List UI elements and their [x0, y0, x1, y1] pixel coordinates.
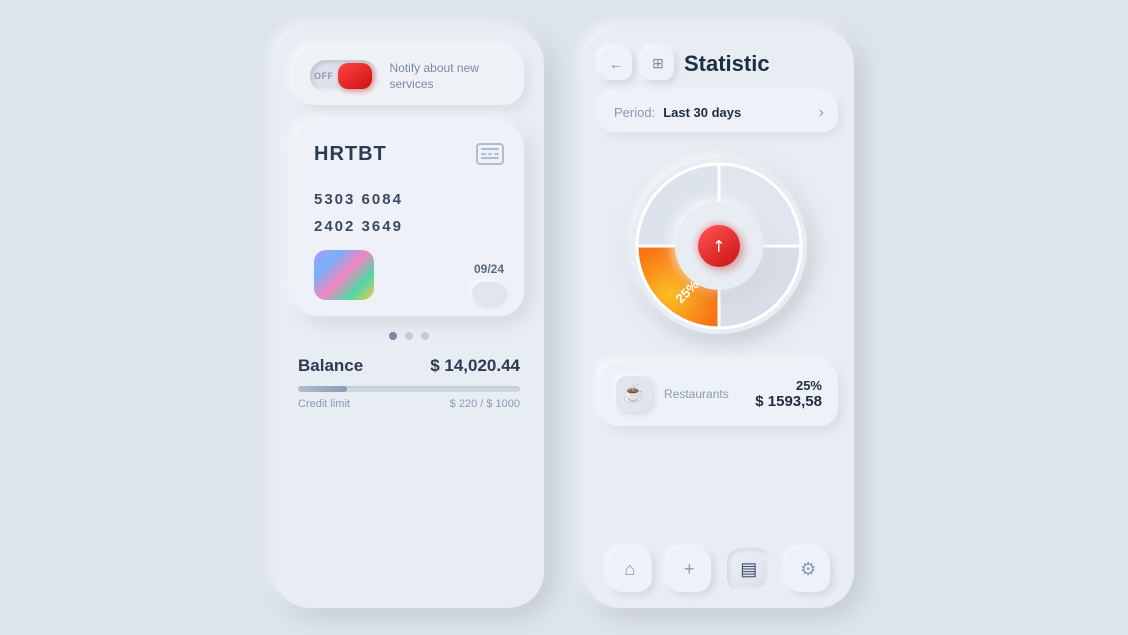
category-card[interactable]: ☕ Restaurants 25% $ 1593,58: [600, 362, 838, 426]
home-icon: ⌂: [624, 559, 635, 580]
credit-card: HRTBT 5303 6084 2402 3649 09/24: [294, 123, 524, 316]
balance-value: $ 14,020.44: [430, 356, 520, 376]
restaurant-icon: ☕: [616, 376, 652, 412]
period-label: Period:: [614, 105, 655, 120]
credit-limit-label: Credit limit: [298, 398, 350, 410]
credit-progress-bar: [298, 386, 520, 392]
dot-2[interactable]: [405, 332, 413, 340]
arrow-up-right-icon: ↗: [707, 234, 731, 258]
card-number: 5303 6084 2402 3649: [314, 186, 504, 240]
category-amount: $ 1593,58: [755, 393, 822, 410]
dot-1[interactable]: [389, 332, 397, 340]
card-circle: [472, 282, 504, 304]
grid-icon: ⊞: [652, 55, 664, 72]
bottom-nav: ⌂ + ▤ ⚙: [600, 548, 838, 592]
left-phone: OFF Notify about new services HRTBT 5303…: [274, 28, 544, 608]
period-value: Last 30 days: [663, 105, 818, 120]
notify-text: Notify about new services: [390, 60, 509, 94]
home-nav-button[interactable]: ⌂: [608, 548, 652, 592]
carousel-dots: [389, 332, 429, 340]
settings-nav-button[interactable]: ⚙: [786, 548, 830, 592]
back-icon: ←: [609, 56, 623, 72]
toggle-thumb: [338, 63, 372, 89]
settings-icon: ⚙: [800, 559, 816, 580]
balance-section: Balance $ 14,020.44 Credit limit $ 220 /…: [274, 340, 544, 410]
card-expiry: 09/24: [474, 262, 504, 276]
period-selector[interactable]: Period: Last 30 days ›: [600, 94, 838, 132]
credit-progress-fill: [298, 386, 347, 392]
chart-center-button[interactable]: ↗: [698, 225, 740, 267]
pie-chart: 25% ↗: [619, 146, 819, 346]
add-icon: +: [684, 559, 695, 580]
notify-card: OFF Notify about new services: [294, 48, 524, 106]
balance-label: Balance: [298, 356, 363, 376]
category-percentage: 25%: [755, 378, 822, 393]
right-phone: ← ⊞ Statistic Period: Last 30 days ›: [584, 28, 854, 608]
stat-title: Statistic: [684, 51, 838, 77]
period-arrow-icon: ›: [819, 104, 824, 122]
credit-limit-value: $ 220 / $ 1000: [450, 398, 520, 410]
grid-button[interactable]: ⊞: [642, 48, 674, 80]
back-button[interactable]: ←: [600, 48, 632, 80]
cards-icon: ▤: [740, 559, 757, 580]
card-hologram: [314, 250, 374, 300]
cards-nav-button[interactable]: ▤: [727, 548, 771, 592]
dot-3[interactable]: [421, 332, 429, 340]
stat-header: ← ⊞ Statistic: [600, 48, 838, 80]
add-nav-button[interactable]: +: [667, 548, 711, 592]
toggle-switch[interactable]: OFF: [310, 60, 378, 92]
category-values: 25% $ 1593,58: [755, 378, 822, 410]
toggle-label: OFF: [314, 71, 334, 81]
card-chip: [476, 143, 504, 165]
category-label: Restaurants: [664, 387, 743, 401]
